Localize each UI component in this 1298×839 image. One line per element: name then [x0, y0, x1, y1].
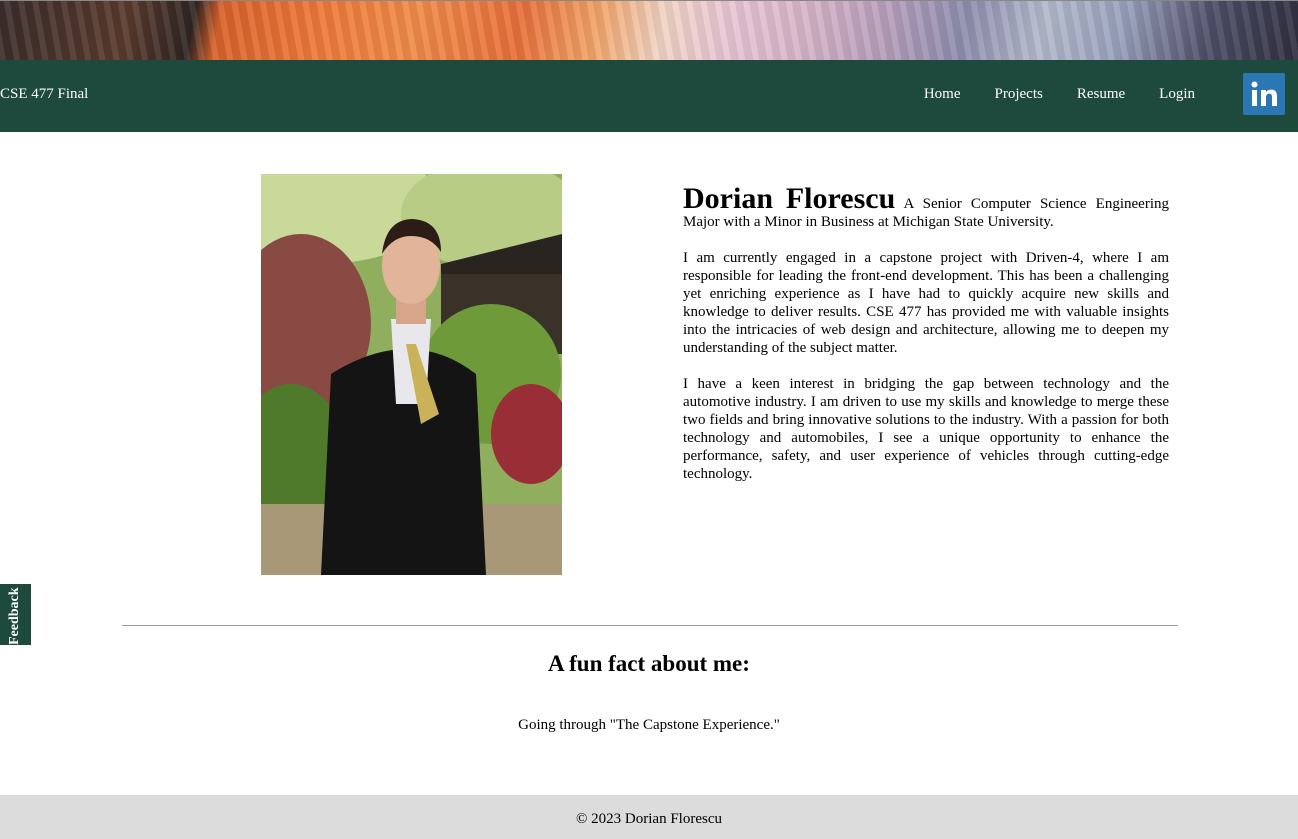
feedback-label: Feedback	[7, 587, 22, 645]
brand-link[interactable]: CSE 477 Final	[0, 86, 88, 103]
about-paragraph-1: I am currently engaged in a capstone pro…	[683, 250, 1169, 356]
nav-links: Home Projects Resume Login	[906, 86, 1211, 103]
fun-fact-title: A fun fact about me:	[548, 651, 750, 676]
nav-projects[interactable]: Projects	[979, 86, 1059, 103]
linkedin-glyph	[1251, 81, 1277, 106]
navbar: CSE 477 Final Home Projects Resume Login	[0, 60, 1298, 132]
nav-resume[interactable]: Resume	[1061, 86, 1141, 103]
fun-fact-text: Going through "The Capstone Experience."	[518, 717, 780, 733]
section-divider	[122, 625, 1178, 626]
feedback-button[interactable]: Feedback	[0, 584, 31, 645]
profile-name: Dorian Florescu	[683, 182, 896, 215]
about-section: Dorian Florescu A Senior Computer Scienc…	[683, 184, 1169, 501]
linkedin-icon[interactable]	[1243, 73, 1285, 115]
nav-home[interactable]: Home	[908, 86, 977, 103]
about-paragraph-2: I have a keen interest in bridging the g…	[683, 376, 1169, 482]
header-banner-image	[0, 0, 1298, 61]
nav-login[interactable]: Login	[1143, 86, 1211, 103]
portrait-illustration	[261, 174, 562, 575]
footer: © 2023 Dorian Florescu	[0, 795, 1298, 839]
footer-copyright: © 2023 Dorian Florescu	[576, 811, 722, 827]
profile-photo	[261, 174, 562, 575]
